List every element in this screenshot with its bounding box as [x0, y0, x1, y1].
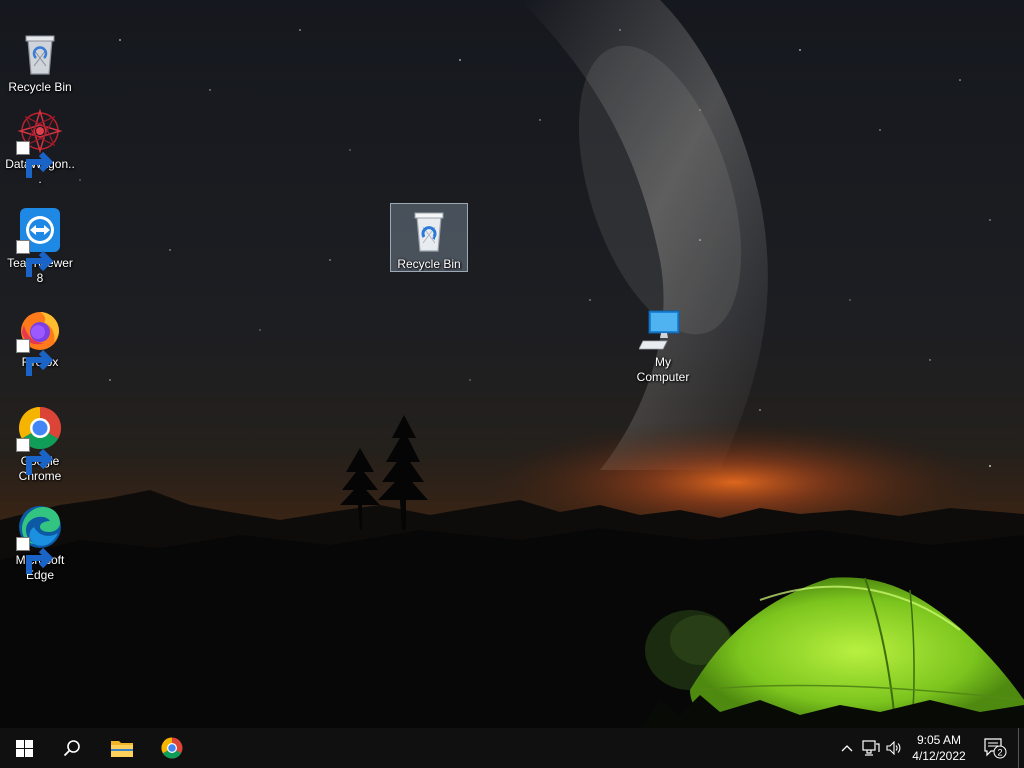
- shortcut-arrow-icon: [16, 141, 54, 178]
- chrome-icon: [161, 737, 183, 759]
- notifications-button[interactable]: 2: [980, 728, 1010, 768]
- shortcut-arrow-icon: [16, 438, 54, 475]
- desktop-icon-recycle-bin-selected[interactable]: Recycle Bin: [390, 203, 468, 272]
- system-clock[interactable]: 9:05 AM 4/12/2022: [904, 728, 974, 768]
- clock-date: 4/12/2022: [912, 749, 966, 763]
- recycle-bin-icon: [25, 35, 55, 75]
- desktop-icon-label: My Computer: [636, 355, 690, 384]
- desktop-icon-label: Recycle Bin: [8, 80, 72, 94]
- desktop-icon-teamviewer[interactable]: TeamViewer 8: [2, 206, 78, 286]
- start-button[interactable]: [0, 728, 48, 768]
- volume-button[interactable]: [884, 728, 904, 768]
- show-hidden-icons-button[interactable]: [838, 728, 856, 768]
- desktop-icon-microsoft-edge[interactable]: Microsoft Edge: [2, 503, 78, 583]
- desktop-wallpaper: [0, 0, 1024, 728]
- desktop-icon-recycle-bin[interactable]: Recycle Bin: [2, 30, 78, 95]
- notification-center-icon: 2: [984, 738, 1007, 759]
- computer-icon: [639, 310, 680, 350]
- show-desktop-button[interactable]: [1018, 728, 1024, 768]
- desktop-icon-google-chrome[interactable]: Google Chrome: [2, 404, 78, 484]
- desktop-icon-datawagon[interactable]: DataWagon...: [2, 107, 78, 187]
- taskbar: 9:05 AM 4/12/2022 2: [0, 728, 1024, 768]
- shortcut-arrow-icon: [16, 537, 54, 574]
- desktop-icon-firefox[interactable]: Firefox: [2, 305, 78, 376]
- speaker-icon: [886, 741, 901, 755]
- file-explorer-button[interactable]: [98, 728, 146, 768]
- folder-icon: [111, 741, 133, 757]
- recycle-bin-icon: [414, 212, 444, 252]
- network-icon: [862, 740, 880, 756]
- shortcut-arrow-icon: [16, 339, 54, 376]
- notification-badge: 2: [997, 748, 1002, 758]
- search-button[interactable]: [48, 728, 96, 768]
- desktop-icon-my-computer[interactable]: My Computer: [625, 305, 701, 385]
- clock-time: 9:05 AM: [916, 733, 962, 747]
- network-button[interactable]: [860, 728, 882, 768]
- chrome-taskbar-button[interactable]: [148, 728, 196, 768]
- chevron-up-icon: [841, 745, 853, 752]
- desktop-icon-label: Recycle Bin: [397, 257, 461, 271]
- shortcut-arrow-icon: [16, 240, 54, 277]
- search-icon: [63, 740, 80, 757]
- windows-logo-icon: [15, 739, 33, 757]
